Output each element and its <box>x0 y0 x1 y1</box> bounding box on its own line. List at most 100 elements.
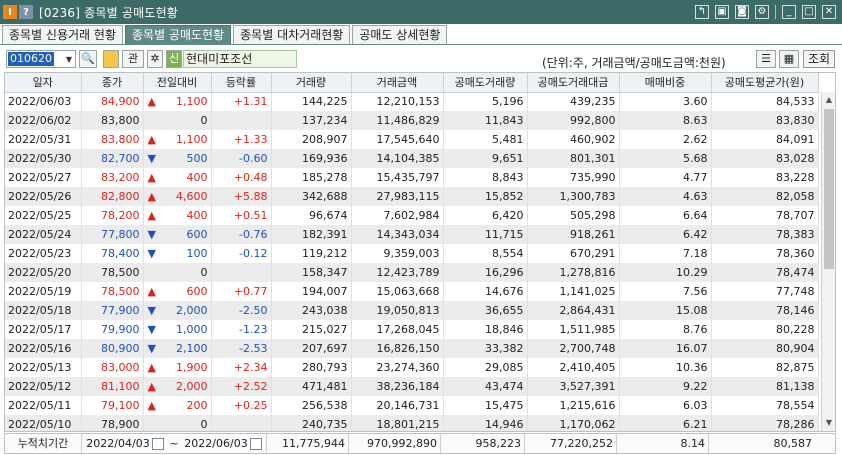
table-row[interactable]: 2022/05/26 82,800 ▲ 4,600 +5.88 342,688 27,983… <box>5 187 819 206</box>
cell-value: 119,212 <box>302 247 348 260</box>
table-row[interactable]: 2022/05/13 83,000 ▲ 1,900 +2.34 280,793 23,274… <box>5 358 819 377</box>
table-row[interactable]: 2022/05/30 82,700 ▼ 500 -0.60 169,936 14,104,3… <box>5 149 819 168</box>
from-date-field[interactable]: 2022/04/03 <box>82 434 168 453</box>
cell-date: 2022/05/20 <box>5 263 82 282</box>
search-button[interactable]: 🔍 <box>79 50 97 68</box>
settings-icon[interactable]: ⚙ <box>755 5 769 19</box>
data-grid[interactable]: 일자 종가 전일대비 등락률 거래량 거래금액 공매도거래량 공매도거래대금 매… <box>4 72 836 432</box>
help-icon[interactable]: ? <box>19 5 33 19</box>
col-date[interactable]: 일자 <box>5 73 82 93</box>
to-date-field[interactable]: 2022/06/03 <box>180 434 266 453</box>
cell-value: 735,990 <box>570 171 616 184</box>
table-row[interactable]: 2022/06/02 83,800 0 137,234 11,486,829 11,843… <box>5 111 819 130</box>
col-change[interactable]: 전일대비 <box>143 73 212 93</box>
col-close[interactable]: 종가 <box>81 73 144 93</box>
cell-volume: 215,027 <box>271 320 352 339</box>
tab-short-detail[interactable]: 공매도 상세현황 <box>352 25 448 45</box>
lookup-button[interactable]: 조회 <box>803 50 835 68</box>
cell-value: 9,359,003 <box>383 247 440 260</box>
gwan-button[interactable]: 관 <box>122 50 144 68</box>
cell-short-vol: 16,296 <box>443 263 528 282</box>
cell-value: 29,085 <box>485 361 524 374</box>
cell-value: 1,000 <box>176 323 208 336</box>
table-row[interactable]: 2022/05/11 79,100 ▲ 200 +0.25 256,538 20,146,7… <box>5 396 819 415</box>
info-icon[interactable]: I <box>3 5 17 19</box>
table-row[interactable]: 2022/05/12 81,100 ▲ 2,000 +2.52 471,481 38,236… <box>5 377 819 396</box>
cell-value: 14,946 <box>485 418 524 431</box>
col-short-volume[interactable]: 공매도거래량 <box>443 73 528 93</box>
cell-value: 12,423,789 <box>376 266 440 279</box>
table-row[interactable]: 2022/05/23 78,400 ▼ 100 -0.12 119,212 9,359,00… <box>5 244 819 263</box>
excel-icon[interactable]: ▦ <box>779 50 799 68</box>
cell-value: 2022/05/25 <box>8 209 72 222</box>
cumulative-weight: 8.14 <box>616 434 708 453</box>
cell-value: 1,215,616 <box>559 399 616 412</box>
stock-code-value[interactable]: 010620 <box>8 52 54 66</box>
table-row[interactable]: 2022/05/25 78,200 ▲ 400 +0.51 96,674 7,602,984… <box>5 206 819 225</box>
cell-date: 2022/05/26 <box>5 187 82 206</box>
cell-weight: 8.63 <box>619 111 712 130</box>
calendar-icon[interactable] <box>151 438 164 450</box>
list-view-icon[interactable]: ☰ <box>756 50 776 68</box>
cell-value: 918,261 <box>570 228 616 241</box>
camera-icon[interactable]: ◙ <box>735 5 749 19</box>
chevron-down-icon[interactable]: ▼ <box>63 55 75 64</box>
scroll-up-icon[interactable]: ▲ <box>822 92 835 108</box>
gear-icon[interactable]: ✲ <box>147 50 163 68</box>
scroll-down-icon[interactable]: ▼ <box>822 415 835 431</box>
cell-value: 7.18 <box>683 247 708 260</box>
table-row[interactable]: 2022/05/10 78,900 0 240,735 18,801,215 14,946… <box>5 415 819 431</box>
stock-code-input[interactable]: 010620 ▼ <box>6 50 76 68</box>
col-weight[interactable]: 매매비중 <box>619 73 712 93</box>
cell-change: ▼ 100 <box>143 244 212 263</box>
cell-short-vol: 15,475 <box>443 396 528 415</box>
tab-credit-trading[interactable]: 종목별 신용거래 현황 <box>2 25 123 45</box>
cell-value: 81,138 <box>776 380 815 393</box>
table-row[interactable]: 2022/05/31 83,800 ▲ 1,100 +1.33 208,907 17,545… <box>5 130 819 149</box>
col-volume[interactable]: 거래량 <box>271 73 352 93</box>
vertical-scrollbar[interactable]: ▲ ▼ <box>821 92 835 431</box>
to-date[interactable]: 2022/06/03 <box>184 437 247 450</box>
table-row[interactable]: 2022/05/18 77,900 ▼ 2,000 -2.50 243,038 19,050… <box>5 301 819 320</box>
scroll-thumb[interactable] <box>824 109 834 269</box>
minimize-icon[interactable]: _ <box>782 5 796 19</box>
save-icon[interactable]: ▣ <box>715 5 729 19</box>
col-short-avg[interactable]: 공매도평균가(원) <box>711 73 819 93</box>
cell-date: 2022/05/30 <box>5 149 82 168</box>
table-row[interactable]: 2022/05/27 83,200 ▲ 400 +0.48 185,278 15,435,7… <box>5 168 819 187</box>
cell-value: 96,674 <box>309 209 348 222</box>
tab-short-selling[interactable]: 종목별 공매도현황 <box>125 25 232 45</box>
table-row[interactable]: 2022/05/17 79,900 ▼ 1,000 -1.23 215,027 17,268… <box>5 320 819 339</box>
col-short-amount[interactable]: 공매도거래대금 <box>527 73 620 93</box>
cell-date: 2022/05/25 <box>5 206 82 225</box>
cell-close: 83,800 <box>81 111 144 130</box>
table-row[interactable]: 2022/05/16 80,900 ▼ 2,100 -2.53 207,697 16,826… <box>5 339 819 358</box>
cell-short-avg: 80,228 <box>711 320 819 339</box>
cell-close: 80,900 <box>81 339 144 358</box>
cell-volume: 256,538 <box>271 396 352 415</box>
table-row[interactable]: 2022/05/19 78,500 ▲ 600 +0.77 194,007 15,063,6… <box>5 282 819 301</box>
table-row[interactable]: 2022/05/24 77,800 ▼ 600 -0.76 182,391 14,343,0… <box>5 225 819 244</box>
cell-close: 78,200 <box>81 206 144 225</box>
cell-value: 2022/05/30 <box>8 152 72 165</box>
maximize-icon[interactable]: □ <box>802 5 816 19</box>
col-rate[interactable]: 등락률 <box>211 73 272 93</box>
folder-icon[interactable] <box>103 50 119 68</box>
link-icon[interactable]: ↰ <box>695 5 709 19</box>
close-icon[interactable]: ✕ <box>822 5 836 19</box>
tab-lending[interactable]: 종목별 대차거래현황 <box>233 25 351 45</box>
cell-short-vol: 5,196 <box>443 92 528 111</box>
col-amount[interactable]: 거래금액 <box>351 73 444 93</box>
down-arrow-icon: ▼ <box>147 323 156 336</box>
up-arrow-icon: ▲ <box>147 171 156 184</box>
cell-short-avg: 83,830 <box>711 111 819 130</box>
calendar-icon[interactable] <box>249 438 262 450</box>
cell-value: 4,600 <box>176 190 208 203</box>
table-row[interactable]: 2022/05/20 78,500 0 158,347 12,423,789 16,296… <box>5 263 819 282</box>
cell-volume: 137,234 <box>271 111 352 130</box>
cell-value: +0.51 <box>233 209 268 222</box>
from-date[interactable]: 2022/04/03 <box>86 437 149 450</box>
cell-weight: 10.36 <box>619 358 712 377</box>
table-row[interactable]: 2022/06/03 84,900 ▲ 1,100 +1.31 144,225 12,210… <box>5 92 819 111</box>
cell-value: 27,983,115 <box>376 190 440 203</box>
